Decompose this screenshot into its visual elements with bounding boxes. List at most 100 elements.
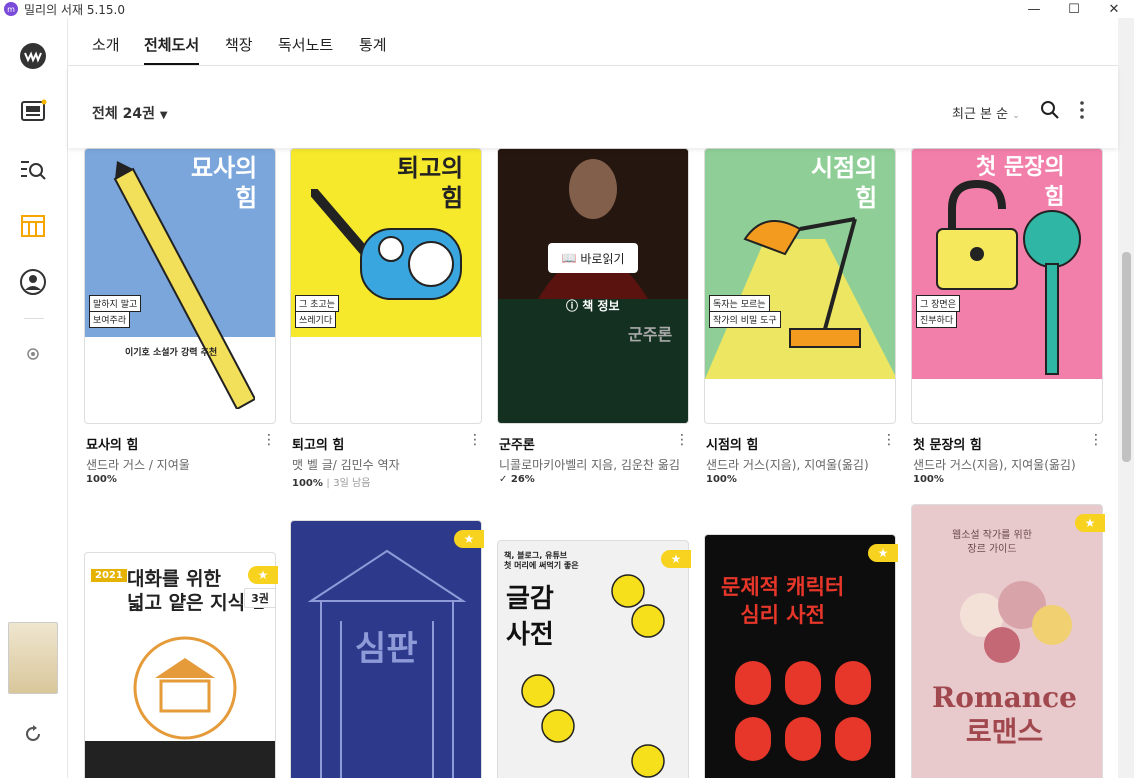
home-logo-icon[interactable] [19,42,47,70]
info-icon: ⓘ [566,299,579,313]
read-now-label: 바로읽기 [580,251,625,266]
cover-tag: 쓰레기다 [295,311,337,328]
book-title: 군주론 [499,438,535,453]
book-cover[interactable]: 2021 대화를 위한 넓고 얕은 지식 1 [84,552,276,778]
app-logo-icon: m [4,2,18,16]
book-more-icon[interactable]: ⋮ [468,432,482,448]
book-cover[interactable]: 웹소설 작가를 위한 장르 가이드 Romance 로맨스 [911,504,1103,778]
more-options-icon[interactable] [1072,100,1092,120]
sort-dropdown[interactable]: 최근 본 순 ⌄ [952,103,1020,122]
favorite-star-icon[interactable]: ★ [248,566,278,584]
book-info-link[interactable]: ⓘ 책 정보 [566,297,620,314]
cover-subtitle: 책, 블로그, 유튜브 첫 머리에 써먹기 좋은 [504,551,579,570]
tab-all-books[interactable]: 전체도서 [144,34,200,65]
cover-tag: 보여주라 [89,311,131,328]
chevron-down-icon: ⌄ [1012,111,1020,121]
favorite-star-icon[interactable]: ★ [1075,514,1105,532]
book-cover[interactable]: 첫 문장의 힘 그 장면은 진부하다 [911,148,1103,424]
book-cover[interactable]: 책, 블로그, 유튜브 첫 머리에 써먹기 좋은 글감 사전 [497,540,689,778]
book-open-icon: 📖 [561,251,577,265]
book-cover[interactable]: 퇴고의 힘 그 초고는 쓰레기다 [290,148,482,424]
book-count-filter[interactable]: 전체 24권 ▼ [92,103,168,123]
minimize-icon[interactable]: — [1014,0,1054,18]
tab-reading-notes[interactable]: 독서노트 [278,34,333,55]
book-more-icon[interactable]: ⋮ [1089,432,1103,448]
yellow-circles-illustration [521,574,665,778]
maximize-icon[interactable]: ☐ [1054,0,1094,18]
check-icon: ✓ [499,474,508,485]
book-author: 샌드라 거스(지음), 지여울(옮김) [913,458,1076,472]
bookshelf-icon[interactable] [19,212,47,240]
book-progress: 100% [86,474,117,485]
lamp-illustration [705,217,895,379]
book-author: 맷 벨 글/ 김민수 역자 [292,458,400,472]
book-more-icon[interactable]: ⋮ [882,432,896,448]
cover-title: 시점의 힘 [811,154,878,212]
tab-stats[interactable]: 통계 [359,34,387,55]
cover-tag: 진부하다 [916,311,958,328]
book-title: 퇴고의 힘 [292,438,345,453]
search-list-icon[interactable] [19,156,47,184]
book-rental-remaining: 3일 남음 [333,478,371,489]
close-icon[interactable]: ✕ [1094,0,1134,18]
cover-title: 심판 [355,629,418,669]
book-cover[interactable]: 심판 [290,520,482,778]
book-progress-value: 100% [292,478,323,489]
scrollbar-thumb[interactable] [1122,252,1131,462]
sort-label: 최근 본 순 [952,107,1009,122]
library-toolbar: 전체 24권 ▼ 최근 본 순 ⌄ [68,66,1118,148]
book-progress-value: 26% [510,474,535,485]
recent-book-thumbnail[interactable] [8,622,58,694]
award-badge: 2021 [91,569,127,582]
flowers-illustration [960,581,1072,663]
cover-title: 첫 문장의 힘 [976,155,1065,210]
cover-title: 퇴고의 힘 [397,154,464,212]
cover-tag: 그 장면은 [916,295,960,312]
tab-bookshelf[interactable]: 책장 [225,34,253,55]
read-now-button[interactable]: 📖 바로읽기 [548,243,638,273]
cover-tag: 말하지 말고 [89,295,142,312]
tab-intro[interactable]: 소개 [92,34,120,55]
book-author: 샌드라 거스(지음), 지여울(옮김) [706,458,869,472]
cover-subtitle: 웹소설 작가를 위한 장르 가이드 [952,530,1032,555]
favorite-star-icon[interactable]: ★ [661,550,691,568]
monitor-icon[interactable] [19,98,47,126]
search-icon[interactable] [1040,100,1060,120]
book-author: 니콜로마키아벨리 지음, 김운찬 옮김 [499,458,680,472]
window-titlebar: m 밀리의 서재 5.15.0 — ☐ ✕ [0,0,1134,18]
book-title: 첫 문장의 힘 [913,438,982,453]
window-title: 밀리의 서재 5.15.0 [24,2,125,17]
book-grid: 묘사의 힘 말하지 말고 보여주라 이기호 소설가 강력 추천 묘사의 힘 ⋮ … [68,148,1118,778]
book-title: 묘사의 힘 [86,438,139,453]
cover-subtitle: 이기호 소설가 강력 추천 [125,348,218,358]
book-title: 시점의 힘 [706,438,759,453]
book-author: 샌드라 거스 / 지여울 [86,458,190,472]
cover-tag: 독자는 모르는 [709,295,770,312]
book-cover[interactable]: 시점의 힘 독자는 모르는 작가의 비밀 도구 [704,148,896,424]
book-cover[interactable]: 📖 바로읽기 ⓘ 책 정보 군주론 [497,148,689,424]
cover-title: 군주론 [628,325,673,344]
favorite-star-icon[interactable]: ★ [868,544,898,562]
left-sidebar [0,18,68,778]
volume-count-badge: 3권 [244,588,276,608]
cover-title: Romance 로맨스 [932,681,1077,748]
favorite-star-icon[interactable]: ★ [454,530,484,548]
book-more-icon[interactable]: ⋮ [675,432,689,448]
settings-gear-icon[interactable] [19,340,47,368]
sidebar-divider [24,318,44,319]
book-cover[interactable]: 묘사의 힘 말하지 말고 보여주라 이기호 소설가 강력 추천 [84,148,276,424]
cover-tag: 작가의 비밀 도구 [709,311,781,328]
refresh-icon[interactable] [19,720,47,748]
window-controls: — ☐ ✕ [1014,0,1134,18]
book-progress: 100% [706,474,737,485]
book-more-icon[interactable]: ⋮ [262,432,276,448]
profile-icon[interactable] [19,268,47,296]
cover-title: 묘사의 힘 [191,154,258,212]
book-progress: ✓ 26% [499,474,535,485]
book-cover[interactable]: 문제적 캐릭터 심리 사전 [704,534,896,778]
cover-tag: 그 초고는 [295,295,339,312]
silhouettes-illustration [735,661,871,761]
book-progress: 100% | 3일 남음 [292,478,371,489]
classical-building-illustration [133,636,237,740]
top-navigation: 소개 전체도서 책장 독서노트 통계 [68,18,1118,66]
